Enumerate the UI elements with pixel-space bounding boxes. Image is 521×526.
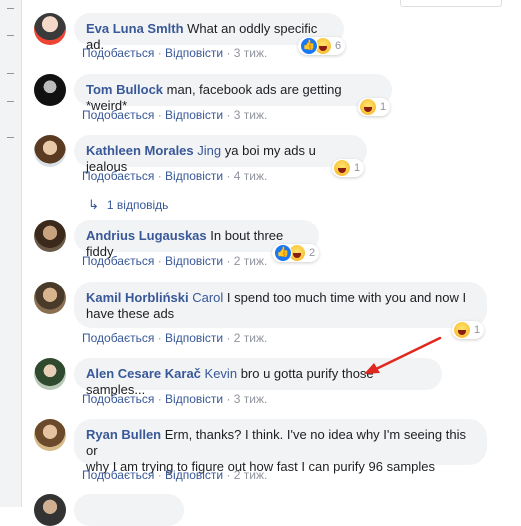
like-link[interactable]: Подобається (82, 331, 154, 345)
reply-arrow-icon: ↳ (88, 197, 99, 212)
comment-author[interactable]: Kamil Horbliński (86, 290, 189, 305)
comment-bubble: Kathleen Morales Jing ya boi my ads u je… (74, 135, 367, 174)
like-link[interactable]: Подобається (82, 169, 154, 183)
mention-link[interactable]: Jing (197, 143, 221, 158)
reaction-badge[interactable]: 1 (358, 98, 391, 116)
comment-time[interactable]: 3 тиж. (234, 392, 268, 406)
comment-bubble: Kamil Horbliński Carol I spend too much … (74, 282, 487, 328)
reply-link[interactable]: Відповісти (165, 169, 223, 183)
mention-link[interactable]: Kevin (205, 366, 238, 381)
comment-bubble: Ryan Bullen Erm, thanks? I think. I've n… (74, 419, 487, 474)
like-reaction-icon: 👍 (274, 244, 292, 262)
comment-time[interactable]: 3 тиж. (234, 108, 268, 122)
like-link[interactable]: Подобається (82, 108, 154, 122)
reaction-badge[interactable]: 👍 6 (298, 37, 346, 55)
comment-author[interactable]: Tom Bullock (86, 82, 163, 97)
rail-marker (7, 8, 14, 9)
mention-link[interactable]: Carol (192, 290, 223, 305)
avatar[interactable] (34, 282, 66, 314)
haha-reaction-icon (360, 99, 376, 115)
reply-link[interactable]: Відповісти (165, 254, 223, 268)
reply-link[interactable]: Відповісти (165, 468, 223, 482)
comment-text-line-2: have these ads (86, 306, 175, 321)
reaction-badge[interactable]: 👍 2 (272, 244, 320, 262)
left-rail (0, 0, 22, 507)
avatar[interactable] (34, 419, 66, 451)
like-link[interactable]: Подобається (82, 46, 154, 60)
rail-marker (7, 137, 14, 138)
haha-reaction-icon (454, 322, 470, 338)
comment-time[interactable]: 2 тиж. (234, 331, 268, 345)
like-link[interactable]: Подобається (82, 254, 154, 268)
comment-author[interactable]: Kathleen Morales (86, 143, 194, 158)
reaction-count: 1 (474, 324, 481, 336)
avatar[interactable] (34, 494, 66, 526)
avatar[interactable] (34, 220, 66, 252)
comment-actions: Подобається · Відповісти · 2 тиж. (82, 331, 268, 345)
comment-actions: Подобається · Відповісти · 3 тиж. (82, 46, 268, 60)
comment-author[interactable]: Andrius Lugauskas (86, 228, 207, 243)
like-reaction-icon: 👍 (300, 37, 318, 55)
reaction-count: 6 (335, 40, 342, 52)
avatar[interactable] (34, 13, 66, 45)
reply-link[interactable]: Відповісти (165, 108, 223, 122)
comment-actions: Подобається · Відповісти · 3 тиж. (82, 108, 268, 122)
reaction-badge[interactable]: 1 (332, 159, 365, 177)
like-link[interactable]: Подобається (82, 468, 154, 482)
comment-time[interactable]: 2 тиж. (234, 468, 268, 482)
comment-time[interactable]: 2 тиж. (234, 254, 268, 268)
annotation-arrow-icon (364, 336, 442, 374)
reaction-count: 1 (380, 101, 387, 113)
like-link[interactable]: Подобається (82, 392, 154, 406)
comment-actions: Подобається · Відповісти · 3 тиж. (82, 392, 268, 406)
comment-actions: Подобається · Відповісти · 2 тиж. (82, 254, 268, 268)
comment-actions: Подобається · Відповісти · 2 тиж. (82, 468, 268, 482)
view-replies-link[interactable]: ↳ 1 відповідь (88, 197, 168, 213)
comment-bubble: Tom Bullock man, facebook ads are gettin… (74, 74, 392, 113)
avatar[interactable] (34, 358, 66, 390)
reply-link[interactable]: Відповісти (165, 331, 223, 345)
reaction-badge[interactable]: 1 (452, 321, 485, 339)
previous-post-edge (400, 0, 502, 7)
comment-time[interactable]: 3 тиж. (234, 46, 268, 60)
reply-link[interactable]: Відповісти (165, 46, 223, 60)
rail-marker (7, 35, 14, 36)
comment-text-line-1: I spend too much time with you and now I (226, 290, 467, 305)
comment-author[interactable]: Ryan Bullen (86, 427, 161, 442)
avatar[interactable] (34, 74, 66, 106)
reaction-count: 2 (309, 247, 316, 259)
reaction-count: 1 (354, 162, 361, 174)
reply-link[interactable]: Відповісти (165, 392, 223, 406)
comment-time[interactable]: 4 тиж. (234, 169, 268, 183)
comment-actions: Подобається · Відповісти · 4 тиж. (82, 169, 268, 183)
avatar[interactable] (34, 135, 66, 167)
comment-author[interactable]: Alen Cesare Karač (86, 366, 201, 381)
comment-bubble (74, 494, 184, 526)
haha-reaction-icon (334, 160, 350, 176)
replies-count-label[interactable]: 1 відповідь (107, 198, 169, 212)
rail-marker (7, 101, 14, 102)
comment-author[interactable]: Eva Luna Smlth (86, 21, 184, 36)
rail-marker (7, 73, 14, 74)
